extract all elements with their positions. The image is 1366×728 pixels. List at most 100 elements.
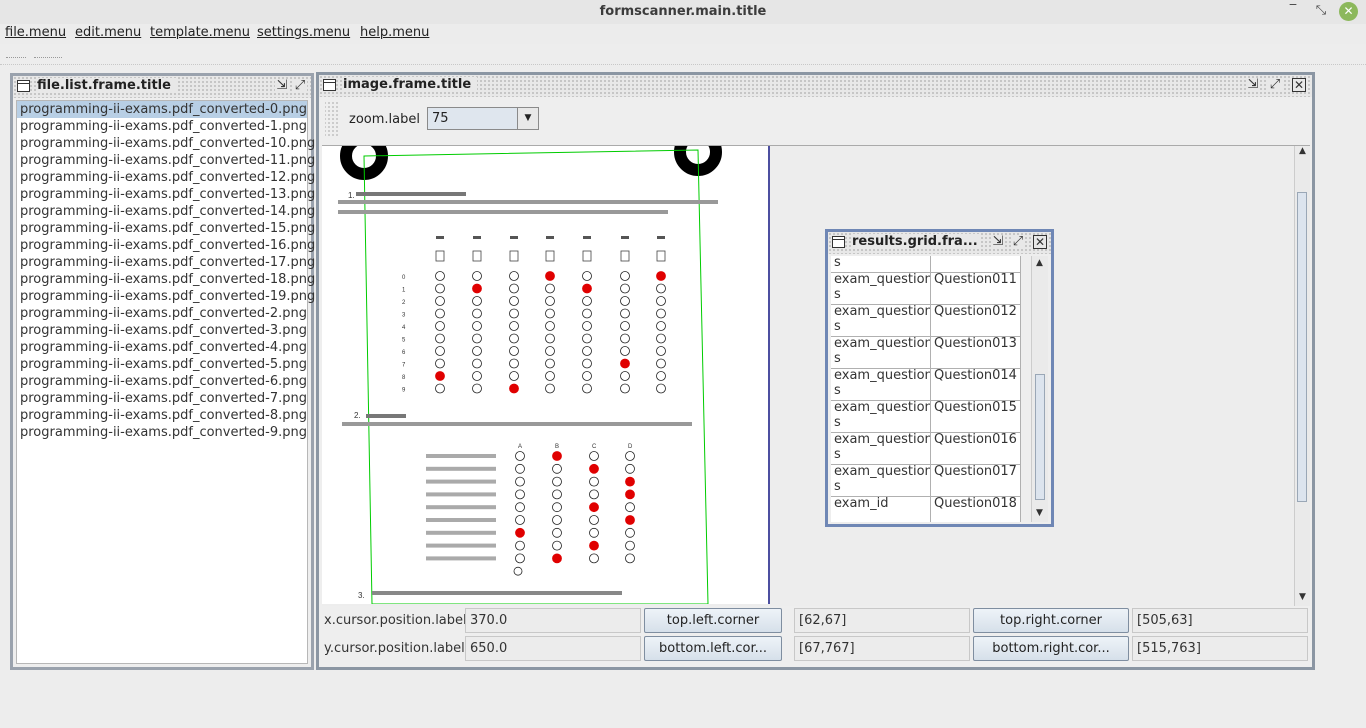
iconify-icon[interactable]: ⇲ [275,79,289,93]
file-list-item[interactable]: programming-ii-exams.pdf_converted-14.pn… [17,203,315,220]
empty-bubble [435,333,445,344]
table-cell-key: exam_question s [831,464,931,496]
file-list-item[interactable]: programming-ii-exams.pdf_converted-15.pn… [17,220,315,237]
bottom-left-corner-button[interactable]: bottom.left.cor... [644,636,782,661]
empty-bubble [656,383,666,394]
file-list-item[interactable]: programming-ii-exams.pdf_converted-13.pn… [17,186,315,203]
file-list-item[interactable]: programming-ii-exams.pdf_converted-4.png [17,339,307,356]
empty-bubble [620,321,630,331]
menu-help[interactable]: help.menu [360,25,429,40]
empty-bubble [513,566,523,576]
empty-bubble [582,321,592,331]
file-list-item[interactable]: programming-ii-exams.pdf_converted-12.pn… [17,169,315,186]
iconify-icon[interactable]: ⇲ [991,235,1005,249]
maximize-icon[interactable]: ⤢ [1011,235,1025,249]
file-list-item[interactable]: programming-ii-exams.pdf_converted-10.pn… [17,135,315,152]
row-label: 9 [402,388,406,394]
form-image-svg: 1. 0 1 2 3 4 5 6 7 8 9 2. A B C D 3. [338,128,722,605]
scanned-form-image[interactable]: 1. 0 1 2 3 4 5 6 7 8 9 2. A B C D 3. [322,128,770,605]
column-glyph [545,250,555,262]
empty-bubble [582,333,592,344]
zoom-select[interactable]: 75 ▼ [427,107,539,130]
zoom-value: 75 [432,111,449,126]
file-list[interactable]: programming-ii-exams.pdf_converted-0.png… [16,100,315,664]
table-cell-value: Question010 [931,256,1021,272]
column-glyph [472,250,482,262]
column-glyph [620,250,630,262]
table-row[interactable]: exam_question s Question011 [831,272,1021,305]
file-list-item[interactable]: programming-ii-exams.pdf_converted-2.png [17,305,307,322]
table-row[interactable]: exam_question s Question014 [831,368,1021,401]
bottom-right-corner-button[interactable]: bottom.right.cor... [973,636,1129,661]
file-list-item[interactable]: programming-ii-exams.pdf_converted-1.png [17,118,307,135]
file-list-item[interactable]: programming-ii-exams.pdf_converted-11.pn… [17,152,315,169]
scroll-down-icon[interactable]: ▼ [1032,508,1047,522]
file-list-frame-titlebar[interactable]: file.list.frame.title ⇲ ⤢ [13,76,311,98]
file-list-item[interactable]: programming-ii-exams.pdf_converted-9.png [17,424,307,441]
table-row[interactable]: exam_question s Question016 [831,432,1021,465]
close-window-button[interactable]: ✕ [1339,2,1358,21]
image-viewport[interactable]: 1. 0 1 2 3 4 5 6 7 8 9 2. A B C D 3. ▲ ▼ [322,128,1310,606]
top-right-corner-button[interactable]: top.right.corner [973,608,1129,633]
menu-template[interactable]: template.menu [150,25,250,40]
results-frame-titlebar[interactable]: results.grid.fra... ⇲ ⤢ ✕ [828,232,1051,254]
file-list-item[interactable]: programming-ii-exams.pdf_converted-3.png [17,322,307,339]
table-row[interactable]: exam_question s Question013 [831,336,1021,369]
scrollbar-thumb[interactable] [1035,374,1045,500]
file-list-item[interactable]: programming-ii-exams.pdf_converted-8.png [17,407,307,424]
image-frame-titlebar[interactable]: image.frame.title ⇲ ⤢ ✕ [319,75,1312,97]
image-vertical-scrollbar[interactable]: ▲ ▼ [1294,146,1310,606]
close-icon[interactable]: ✕ [1033,235,1047,249]
row-label-line [426,505,496,510]
file-list-item[interactable]: programming-ii-exams.pdf_converted-0.png [17,101,307,118]
empty-bubble [435,283,445,294]
chevron-down-icon[interactable]: ▼ [517,108,538,129]
menu-edit[interactable]: edit.menu [75,25,141,40]
maximize-icon[interactable]: ⤢ [1268,78,1282,92]
menu-file[interactable]: file.menu [5,25,66,40]
file-list-item[interactable]: programming-ii-exams.pdf_converted-6.png [17,373,307,390]
scroll-up-icon[interactable]: ▲ [1295,146,1310,160]
toolbar-button-2[interactable] [34,48,62,58]
image-frame: image.frame.title ⇲ ⤢ ✕ zoom.label 75 ▼ … [316,72,1315,670]
iconify-icon[interactable]: ⇲ [1246,78,1260,92]
top-left-corner-button[interactable]: top.left.corner [644,608,782,633]
empty-bubble [620,383,630,394]
table-row[interactable]: exam_question s Question017 [831,464,1021,497]
empty-bubble [582,296,592,306]
empty-bubble [589,515,599,525]
menu-settings[interactable]: settings.menu [257,25,350,40]
table-cell-key: exam_question s [831,256,931,272]
file-list-item[interactable]: programming-ii-exams.pdf_converted-19.pn… [17,288,315,305]
y-cursor-label: y.cursor.position.label [324,641,465,656]
row-label: 7 [402,363,406,369]
restore-icon[interactable]: ⤡ [1312,3,1330,18]
top-left-corner-field: [62,67] [794,608,970,633]
file-list-item[interactable]: programming-ii-exams.pdf_converted-17.pn… [17,254,315,271]
results-vertical-scrollbar[interactable]: ▲ ▼ [1031,256,1048,522]
scroll-up-icon[interactable]: ▲ [1032,258,1047,272]
scrollbar-thumb[interactable] [1297,192,1307,502]
file-list-item[interactable]: programming-ii-exams.pdf_converted-18.pn… [17,271,315,288]
table-row[interactable]: exam_id Question018 [831,496,1021,522]
minimize-icon[interactable]: ‾ [1284,3,1302,18]
row-label: 0 [402,275,406,281]
maximize-icon[interactable]: ⤢ [293,79,307,93]
table-row[interactable]: exam_question s Question012 [831,304,1021,337]
window-titlebar: formscanner.main.title ‾ ⤡ ✕ [0,0,1366,25]
file-list-item[interactable]: programming-ii-exams.pdf_converted-7.png [17,390,307,407]
toolbar-button-1[interactable] [6,48,26,58]
y-cursor-field: 650.0 [465,636,641,661]
close-icon[interactable]: ✕ [1292,78,1306,92]
table-row[interactable]: exam_question s Question015 [831,400,1021,433]
results-table[interactable]: exam_question sQuestion010exam_question … [831,256,1021,522]
table-row[interactable]: exam_question sQuestion010 [831,256,1021,273]
filled-bubble [589,540,599,551]
toolbar [0,44,1366,65]
empty-bubble [509,333,519,344]
x-cursor-label: x.cursor.position.label [324,613,467,628]
file-list-item[interactable]: programming-ii-exams.pdf_converted-5.png [17,356,307,373]
empty-bubble [552,476,562,487]
scroll-down-icon[interactable]: ▼ [1295,592,1310,606]
file-list-item[interactable]: programming-ii-exams.pdf_converted-16.pn… [17,237,315,254]
